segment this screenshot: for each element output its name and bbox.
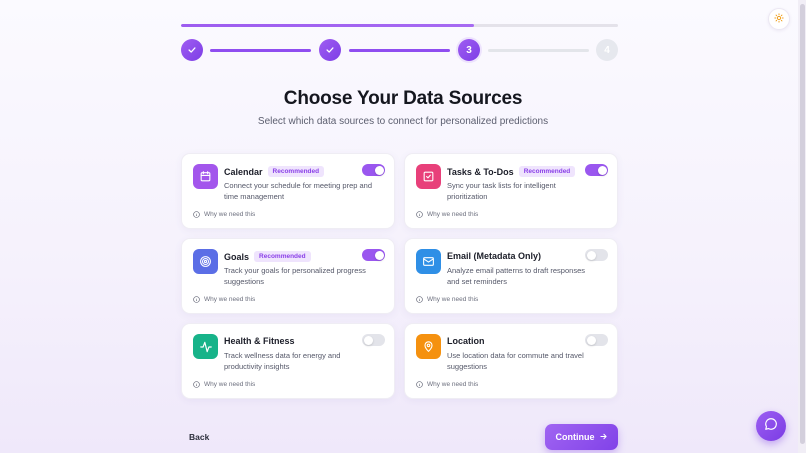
why-label: Why we need this bbox=[427, 211, 479, 218]
goals-toggle[interactable] bbox=[362, 249, 385, 261]
page-title: Choose Your Data Sources bbox=[283, 88, 523, 109]
recommended-badge: Recommended bbox=[267, 166, 325, 177]
progress-bar bbox=[181, 24, 618, 27]
recommended-badge: Recommended bbox=[254, 251, 311, 262]
why-label: Why we need this bbox=[204, 211, 256, 218]
why-link[interactable]: Why we need this bbox=[416, 381, 478, 388]
theme-toggle-button[interactable] bbox=[768, 8, 790, 30]
step-2 bbox=[319, 39, 341, 61]
recommended-badge: Recommended bbox=[518, 166, 576, 177]
continue-button[interactable]: Continue bbox=[545, 424, 618, 450]
scrollbar-thumb[interactable] bbox=[799, 4, 805, 444]
page-subtitle: Select which data sources to connect for… bbox=[257, 116, 549, 127]
why-link[interactable]: Why we need this bbox=[193, 211, 255, 218]
arrow-right-icon bbox=[599, 432, 608, 443]
info-icon bbox=[193, 211, 200, 218]
source-description: Analyze email patterns to draft response… bbox=[447, 266, 585, 286]
step-4: 4 bbox=[596, 39, 618, 61]
why-label: Why we need this bbox=[427, 381, 479, 388]
source-card-goals: Goals Recommended Track your goals for p… bbox=[181, 238, 395, 314]
source-title: Tasks & To-Dos bbox=[447, 166, 514, 177]
source-card-calendar: Calendar Recommended Connect your schedu… bbox=[181, 153, 395, 229]
back-button[interactable]: Back bbox=[189, 432, 209, 442]
source-description: Track wellness data for energy and produ… bbox=[224, 351, 341, 371]
calendar-toggle[interactable] bbox=[362, 164, 385, 176]
check-icon bbox=[326, 47, 334, 53]
step-3: 3 bbox=[458, 39, 480, 61]
info-icon bbox=[193, 381, 200, 388]
email-toggle[interactable] bbox=[585, 249, 608, 261]
why-label: Why we need this bbox=[427, 296, 479, 303]
scrollbar[interactable] bbox=[798, 0, 806, 453]
source-title: Calendar bbox=[224, 166, 263, 177]
source-description: Use location data for commute and travel… bbox=[447, 351, 584, 371]
target-icon bbox=[193, 249, 218, 274]
health-toggle[interactable] bbox=[362, 334, 385, 346]
info-icon bbox=[193, 296, 200, 303]
chat-button[interactable] bbox=[756, 411, 786, 441]
tasks-toggle[interactable] bbox=[585, 164, 608, 176]
source-description: Track your goals for personalized progre… bbox=[224, 266, 366, 286]
step-1 bbox=[181, 39, 203, 61]
source-title: Email (Metadata Only) bbox=[447, 251, 542, 261]
why-link[interactable]: Why we need this bbox=[193, 296, 255, 303]
source-card-tasks: Tasks & To-Dos Recommended Sync your tas… bbox=[404, 153, 618, 229]
activity-icon bbox=[193, 334, 218, 359]
source-card-health: Health & Fitness Track wellness data for… bbox=[181, 323, 395, 399]
step-connector bbox=[349, 49, 450, 52]
source-description: Connect your schedule for meeting prep a… bbox=[224, 181, 373, 201]
why-link[interactable]: Why we need this bbox=[193, 381, 255, 388]
info-icon bbox=[416, 211, 423, 218]
calendar-icon bbox=[193, 164, 218, 189]
source-title: Goals bbox=[224, 251, 250, 262]
source-title: Health & Fitness bbox=[224, 336, 295, 346]
check-icon bbox=[188, 47, 196, 53]
source-card-location: Location Use location data for commute a… bbox=[404, 323, 618, 399]
info-icon bbox=[416, 381, 423, 388]
source-description: Sync your task lists for intelligent pri… bbox=[447, 181, 556, 201]
why-label: Why we need this bbox=[204, 296, 256, 303]
progress-bar-fill bbox=[181, 24, 474, 27]
step-connector bbox=[488, 49, 589, 52]
sun-icon bbox=[774, 10, 784, 28]
checkbox-icon bbox=[416, 164, 441, 189]
mail-icon bbox=[416, 249, 441, 274]
continue-label: Continue bbox=[555, 432, 595, 442]
map-pin-icon bbox=[416, 334, 441, 359]
info-icon bbox=[416, 296, 423, 303]
why-link[interactable]: Why we need this bbox=[416, 296, 478, 303]
source-title: Location bbox=[447, 336, 485, 346]
step-connector bbox=[210, 49, 311, 52]
why-label: Why we need this bbox=[204, 381, 256, 388]
chat-bubble-icon bbox=[764, 417, 778, 436]
location-toggle[interactable] bbox=[585, 334, 608, 346]
source-card-email: Email (Metadata Only) Analyze email patt… bbox=[404, 238, 618, 314]
why-link[interactable]: Why we need this bbox=[416, 211, 478, 218]
